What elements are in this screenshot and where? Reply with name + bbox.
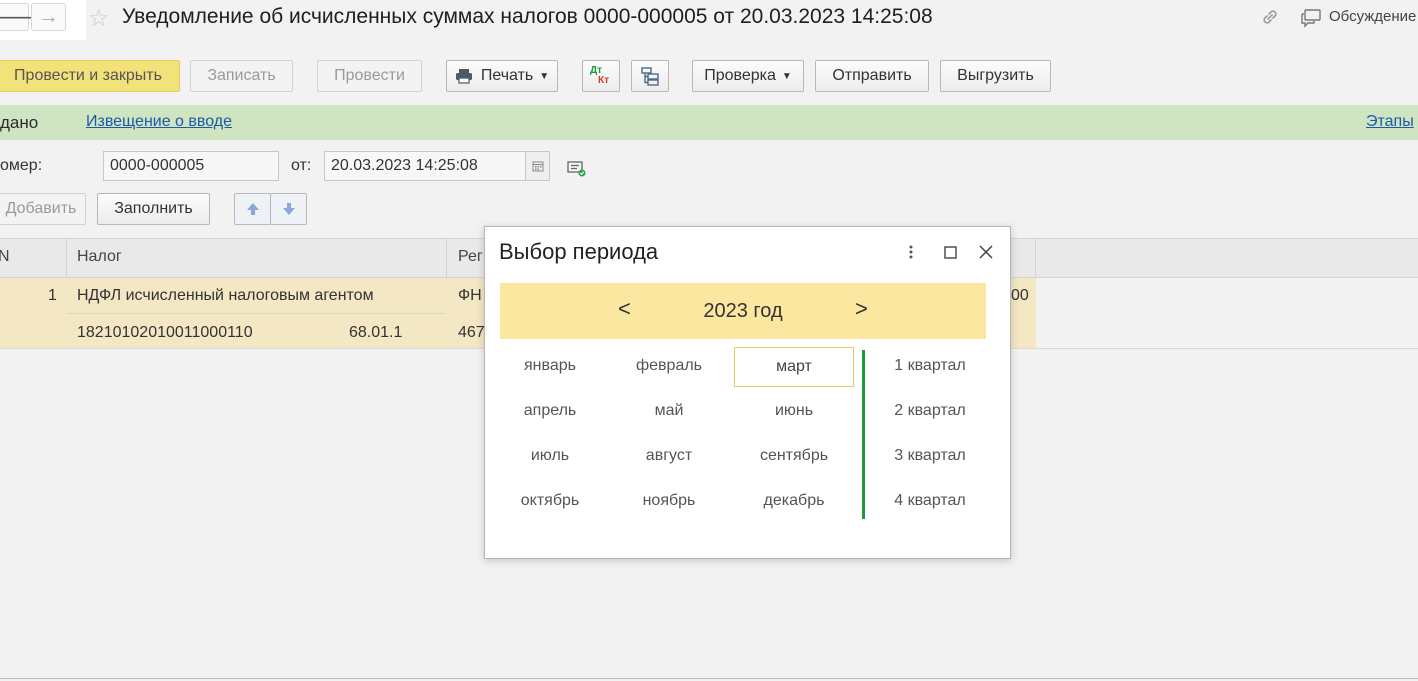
check-label: Проверка [704, 67, 776, 84]
check-button[interactable]: Проверка ▼ [692, 60, 804, 92]
month-september[interactable]: сентябрь [735, 437, 853, 475]
send-button[interactable]: Отправить [815, 60, 929, 92]
cell-amount: 00 [1011, 287, 1029, 304]
kt-label: Кт [598, 75, 610, 86]
export-button[interactable]: Выгрузить [940, 60, 1051, 92]
post-and-close-button[interactable]: Провести и закрыть [0, 60, 180, 92]
document-check-icon[interactable] [567, 160, 587, 178]
date-input[interactable] [324, 151, 526, 181]
arrow-down-icon [282, 203, 295, 215]
date-label: от: [291, 157, 312, 174]
discussions-link[interactable]: Обсуждение [1329, 8, 1416, 25]
print-label: Печать [480, 67, 534, 84]
month-march[interactable]: март [734, 347, 854, 387]
row-inner-divider [66, 313, 446, 314]
send-label: Отправить [832, 67, 912, 84]
previous-year-button[interactable]: < [618, 296, 631, 322]
month-july[interactable]: июль [491, 437, 609, 475]
move-up-button[interactable] [234, 193, 271, 225]
calendar-button[interactable] [525, 151, 550, 181]
move-down-button[interactable] [270, 193, 307, 225]
post-label: Провести [334, 67, 405, 84]
month-may[interactable]: май [610, 392, 728, 430]
stages-link[interactable]: Этапы [1366, 113, 1414, 131]
export-label: Выгрузить [957, 67, 1034, 84]
cell-kbk: 18210102010011000110 [77, 324, 253, 341]
column-header-tax[interactable]: Налог [77, 248, 122, 266]
cell-reg-2: 467 [458, 324, 485, 341]
column-header-n[interactable]: N [0, 248, 10, 266]
kebab-menu-icon [909, 245, 913, 259]
month-october[interactable]: октябрь [491, 482, 609, 520]
status-text: дано [0, 113, 39, 132]
fill-button[interactable]: Заполнить [97, 193, 210, 225]
printer-icon [455, 69, 472, 84]
print-button[interactable]: Печать ▼ [446, 60, 558, 92]
fill-label: Заполнить [114, 200, 193, 217]
window-bottom-border [0, 678, 1418, 679]
quarter-2[interactable]: 2 квартал [870, 392, 990, 430]
page-title: Уведомление об исчисленных суммах налого… [122, 5, 933, 28]
month-august[interactable]: август [610, 437, 728, 475]
more-actions-button[interactable] [900, 241, 922, 263]
month-june[interactable]: июнь [735, 392, 853, 430]
quarter-3[interactable]: 3 квартал [870, 437, 990, 475]
cell-n: 1 [48, 287, 57, 304]
notice-link[interactable]: Извещение о вводе [86, 113, 232, 131]
calendar-icon [532, 161, 543, 172]
month-january[interactable]: январь [491, 347, 609, 385]
close-button[interactable] [975, 241, 997, 263]
close-icon [979, 245, 993, 259]
add-label: Добавить [5, 200, 77, 217]
dt-kt-icon: Дт Кт [589, 65, 613, 87]
maximize-icon [943, 245, 957, 259]
arrow-right-icon: → [38, 5, 59, 28]
cell-reg: ФН [458, 287, 482, 304]
cell-tax: НДФЛ исчисленный налоговым агентом [77, 287, 374, 304]
month-february[interactable]: февраль [610, 347, 728, 385]
year-selector: 2023 год < > [500, 283, 986, 339]
month-april[interactable]: апрель [491, 392, 609, 430]
discussion-icon[interactable] [1300, 8, 1322, 28]
arrow-up-icon [246, 203, 259, 215]
structure-button[interactable] [631, 60, 669, 92]
quarter-4[interactable]: 4 квартал [870, 482, 990, 520]
add-button[interactable]: Добавить [0, 193, 86, 225]
number-label: омер: [0, 157, 43, 174]
dt-kt-button[interactable]: Дт Кт [582, 60, 620, 92]
link-icon[interactable] [1259, 6, 1281, 28]
month-december[interactable]: декабрь [735, 482, 853, 520]
post-and-close-label: Провести и закрыть [14, 67, 162, 84]
forward-button[interactable]: → [31, 3, 66, 31]
column-header-reg[interactable]: Рег [458, 248, 483, 266]
chevron-down-icon: ▼ [781, 70, 792, 82]
quarter-separator [862, 350, 865, 519]
number-input[interactable] [103, 151, 279, 181]
year-label: 2023 год [703, 300, 783, 322]
post-button[interactable]: Провести [317, 60, 422, 92]
quarter-1[interactable]: 1 квартал [870, 347, 990, 385]
hierarchy-icon [641, 67, 659, 86]
back-button[interactable]: 🡐 [0, 3, 38, 31]
maximize-button[interactable] [939, 241, 961, 263]
cell-account: 68.01.1 [349, 324, 403, 341]
favorite-star-icon[interactable]: ☆ [88, 4, 110, 33]
period-dialog: Выбор периода 2023 год < > январь феврал… [484, 226, 1011, 559]
next-year-button[interactable]: > [855, 296, 868, 322]
save-label: Записать [207, 67, 276, 84]
dialog-title: Выбор периода [499, 239, 659, 264]
month-november[interactable]: ноябрь [610, 482, 728, 520]
chevron-down-icon: ▼ [539, 70, 550, 82]
save-button[interactable]: Записать [190, 60, 293, 92]
